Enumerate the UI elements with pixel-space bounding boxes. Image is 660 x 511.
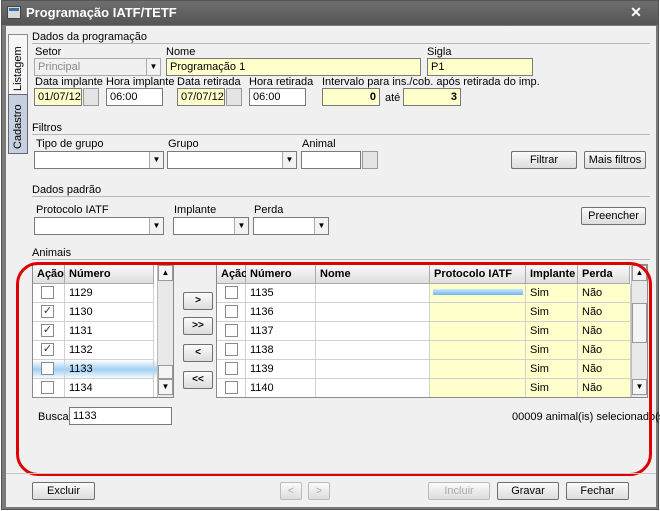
chevron-down-icon: ▼ — [149, 152, 163, 168]
ate-label: até — [385, 92, 401, 104]
divider — [32, 259, 650, 260]
hora-implante-field[interactable]: 06:00 — [106, 88, 163, 106]
chevron-down-icon: ▼ — [146, 59, 160, 75]
intervalo-from-field[interactable]: 0 — [322, 88, 380, 106]
data-implante-label: Data implante — [35, 76, 103, 88]
data-implante-field[interactable]: 01/07/12 — [34, 88, 82, 106]
perda-select[interactable]: ▼ — [253, 217, 329, 235]
divider — [32, 196, 650, 197]
tab-cadastro[interactable]: Cadastro — [8, 94, 28, 154]
client-area: Listagem Cadastro Dados da programação S… — [6, 26, 660, 507]
window-title: Programação IATF/TETF — [26, 5, 177, 20]
hora-retirada-field[interactable]: 06:00 — [249, 88, 306, 106]
padrao-title: Dados padrão — [32, 184, 102, 196]
app-icon — [7, 6, 21, 19]
calendar-icon[interactable] — [226, 88, 242, 106]
grupo-select[interactable]: ▼ — [167, 151, 297, 169]
gravar-button[interactable]: Gravar — [497, 482, 559, 500]
divider — [32, 134, 650, 135]
setor-label: Setor — [35, 46, 62, 58]
setor-select[interactable]: Principal ▼ — [34, 58, 161, 76]
grupo-label: Grupo — [168, 138, 199, 150]
close-icon[interactable]: ✕ — [624, 4, 648, 21]
chevron-down-icon: ▼ — [282, 152, 296, 168]
tab-cadastro-label: Cadastro — [12, 104, 24, 149]
fechar-button[interactable]: Fechar — [566, 482, 629, 500]
setor-value: Principal — [38, 61, 81, 73]
next-button[interactable]: > — [308, 482, 330, 500]
calendar-icon[interactable] — [83, 88, 99, 106]
divider — [32, 43, 650, 44]
chevron-down-icon: ▼ — [314, 218, 328, 234]
protocolo-label: Protocolo IATF — [36, 204, 109, 216]
implante-select[interactable]: ▼ — [173, 217, 249, 235]
preencher-button[interactable]: Preencher — [581, 207, 646, 225]
data-retirada-label: Data retirada — [177, 76, 241, 88]
chevron-down-icon: ▼ — [149, 218, 163, 234]
hora-retirada-label: Hora retirada — [249, 76, 314, 88]
main-window: Programação IATF/TETF ✕ Listagem Cadastr… — [1, 0, 660, 510]
animal-field[interactable] — [301, 151, 361, 169]
implante-label: Implante — [174, 204, 217, 216]
title-bar[interactable]: Programação IATF/TETF ✕ — [2, 1, 658, 25]
filtrar-button[interactable]: Filtrar — [511, 151, 577, 169]
nome-field[interactable]: Programação 1 — [166, 58, 421, 76]
hora-implante-label: Hora implante — [106, 76, 175, 88]
mais-filtros-button[interactable]: Mais filtros — [584, 151, 646, 169]
incluir-button[interactable]: Incluir — [428, 482, 490, 500]
animais-title: Animais — [32, 247, 72, 259]
tipo-grupo-label: Tipo de grupo — [36, 138, 104, 150]
divider — [6, 473, 656, 474]
perda-label: Perda — [254, 204, 284, 216]
data-retirada-field[interactable]: 07/07/12 — [177, 88, 225, 106]
tab-listagem-label: Listagem — [12, 46, 24, 91]
highlight-oval — [16, 262, 652, 476]
excluir-button[interactable]: Excluir — [32, 482, 95, 500]
intervalo-to-field[interactable]: 3 — [403, 88, 461, 106]
chevron-down-icon: ▼ — [234, 218, 248, 234]
filtros-title: Filtros — [32, 122, 62, 134]
prev-button[interactable]: < — [280, 482, 302, 500]
tipo-grupo-select[interactable]: ▼ — [34, 151, 164, 169]
intervalo-label: Intervalo para ins./cob. após retirada d… — [322, 76, 540, 88]
protocolo-select[interactable]: ▼ — [34, 217, 164, 235]
sigla-field[interactable]: P1 — [427, 58, 533, 76]
tab-listagem[interactable]: Listagem — [8, 34, 28, 96]
nome-label: Nome — [166, 46, 196, 58]
search-lookup-icon[interactable] — [362, 151, 378, 169]
dados-title: Dados da programação — [32, 31, 147, 43]
sigla-label: Sigla — [427, 46, 452, 58]
animal-label: Animal — [302, 138, 336, 150]
